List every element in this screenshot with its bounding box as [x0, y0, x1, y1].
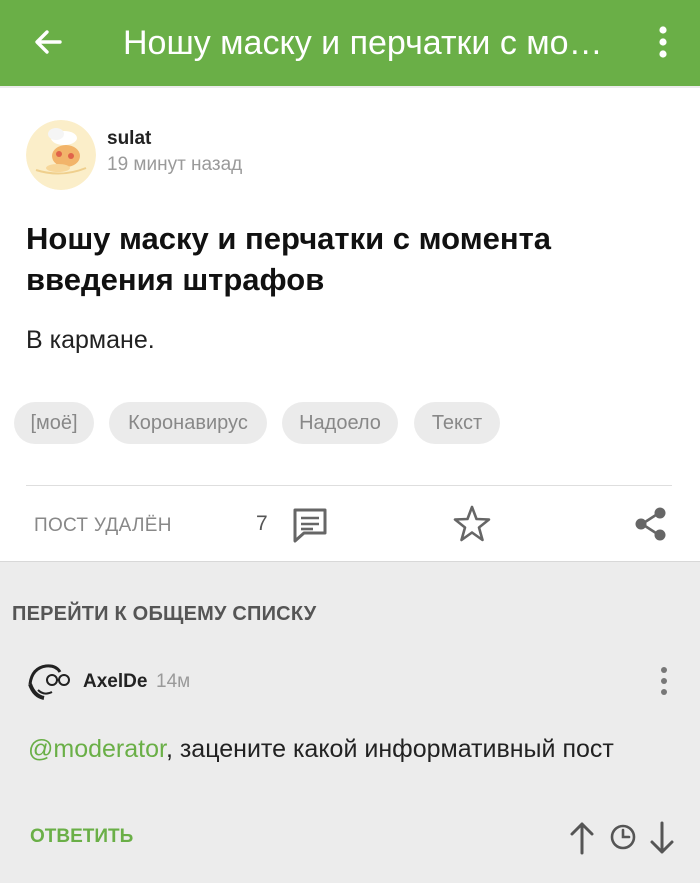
tag-chip[interactable]: Текст: [414, 402, 500, 444]
clock-icon[interactable]: [609, 823, 637, 851]
mention-link[interactable]: @moderator: [28, 735, 166, 763]
divider: [26, 485, 672, 486]
comment-count: 7: [256, 512, 268, 535]
post-author[interactable]: sulat: [107, 128, 151, 150]
tag-chip[interactable]: Надоело: [282, 402, 398, 444]
arrow-down-icon[interactable]: [648, 820, 676, 856]
comment-body: , зацените какой информативный пост: [165, 735, 614, 763]
comment-author[interactable]: AxelDe: [83, 671, 147, 693]
star-icon[interactable]: [452, 504, 492, 544]
tag-chip[interactable]: [моё]: [14, 402, 94, 444]
reply-button[interactable]: ОТВЕТИТЬ: [30, 826, 133, 848]
more-vert-icon[interactable]: [648, 22, 678, 62]
page-title: Ношу маску и перчатки с мо…: [123, 24, 603, 62]
comment-avatar[interactable]: [26, 662, 72, 704]
comment-time: 14м: [156, 671, 191, 692]
jump-to-list-link[interactable]: ПЕРЕЙТИ К ОБЩЕМУ СПИСКУ: [12, 603, 316, 626]
post-card: sulat 19 минут назад Ношу маску и перчат…: [0, 88, 700, 562]
comments-icon[interactable]: [291, 506, 329, 544]
tag-chip[interactable]: Коронавирус: [109, 402, 267, 444]
share-icon[interactable]: [632, 505, 670, 543]
post-title: Ношу маску и перчатки с момента введения…: [26, 221, 552, 297]
app-bar: Ношу маску и перчатки с мо…: [0, 0, 700, 86]
post-time: 19 минут назад: [107, 154, 243, 175]
author-avatar[interactable]: [26, 120, 96, 190]
comment-text: @moderator, зацените какой информативный…: [28, 729, 668, 769]
arrow-up-icon[interactable]: [568, 820, 596, 856]
arrow-back-icon[interactable]: [30, 24, 66, 60]
post-body: В кармане.: [26, 326, 155, 354]
post-status: ПОСТ УДАЛЁН: [34, 515, 172, 536]
comment-more-icon[interactable]: [654, 665, 674, 697]
